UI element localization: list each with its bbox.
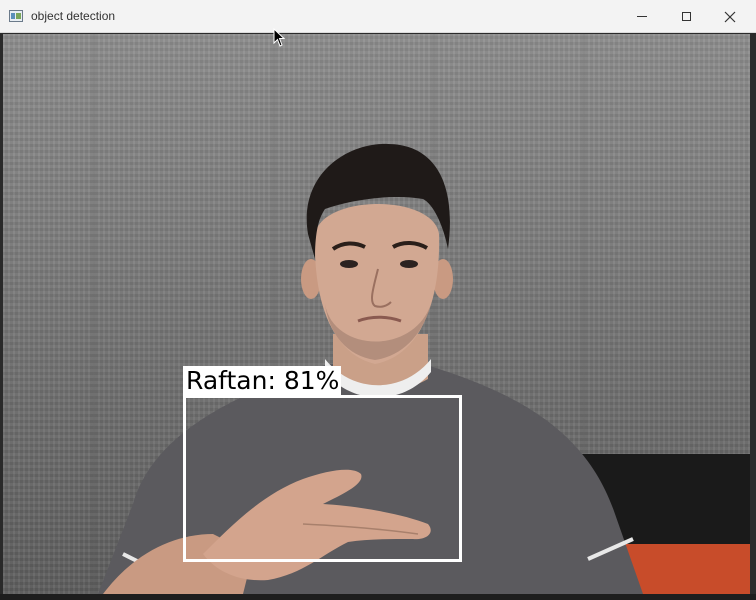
title-bar[interactable]: object detection — [0, 0, 756, 33]
maximize-button[interactable] — [664, 0, 708, 33]
minimize-button[interactable] — [620, 0, 664, 33]
window-bottom-edge — [0, 594, 756, 600]
maximize-icon — [681, 12, 691, 21]
detection-label: Raftan: 81% — [183, 366, 342, 396]
app-window: object detection Raftan: 81% — [0, 0, 756, 600]
eye-left — [340, 260, 358, 268]
app-icon — [9, 10, 23, 22]
minimize-icon — [637, 16, 647, 17]
detection-box — [183, 396, 462, 562]
window-edge — [750, 34, 756, 594]
close-button[interactable] — [708, 0, 752, 33]
window-title: object detection — [31, 9, 116, 23]
eye-right — [400, 260, 418, 268]
mouse-cursor-icon — [273, 28, 286, 47]
close-icon — [724, 11, 736, 22]
